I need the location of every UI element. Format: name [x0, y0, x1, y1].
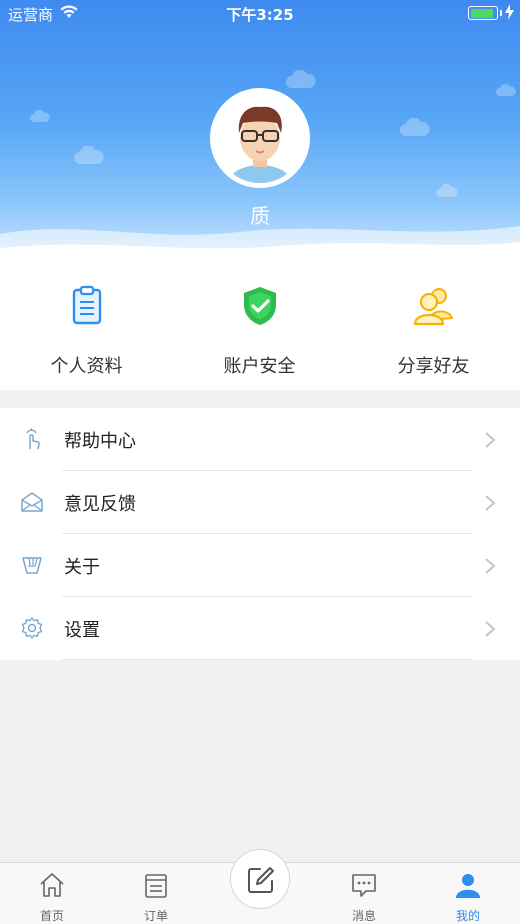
- message-icon: [352, 874, 376, 897]
- quick-action-profile[interactable]: 个人资料: [0, 272, 173, 390]
- user-icon: [456, 874, 480, 898]
- avatar-illustration: [215, 93, 305, 183]
- menu-item-label: 意见反馈: [64, 494, 136, 515]
- quick-action-label: 账户安全: [223, 356, 296, 377]
- charging-icon: [505, 4, 514, 20]
- tab-home[interactable]: 首页: [0, 863, 104, 924]
- profile-header: 质: [0, 0, 520, 272]
- compose-button[interactable]: [230, 849, 290, 909]
- menu-item-label: 帮助中心: [64, 431, 136, 452]
- cloud-decoration: [436, 184, 458, 197]
- tab-label: 订单: [143, 909, 168, 923]
- tap-hand-icon: [26, 428, 40, 450]
- chevron-right-icon: [485, 621, 496, 637]
- menu-divider: [62, 659, 472, 660]
- chevron-right-icon: [485, 432, 496, 448]
- tab-label: 消息: [351, 909, 376, 923]
- home-icon: [40, 873, 64, 897]
- quick-action-security[interactable]: 账户安全: [173, 272, 346, 390]
- shield-check-icon: [243, 287, 276, 325]
- menu-item-label: 关于: [64, 557, 100, 578]
- users-icon: [413, 288, 453, 326]
- tab-label: 首页: [39, 909, 64, 923]
- status-time: 下午3:25: [226, 6, 294, 24]
- menu-item-settings[interactable]: 设置: [0, 597, 520, 660]
- tab-mine[interactable]: 我的: [416, 863, 520, 924]
- status-bar: 运营商 下午3:25: [0, 0, 520, 26]
- menu-item-help[interactable]: 帮助中心: [0, 408, 520, 471]
- quick-actions: 个人资料 账户安全 分享好友: [0, 272, 520, 390]
- chevron-right-icon: [485, 558, 496, 574]
- cloud-decoration: [30, 110, 50, 122]
- quick-action-label: 分享好友: [397, 356, 470, 377]
- tab-orders[interactable]: 订单: [104, 863, 208, 924]
- battery-tip: [500, 10, 502, 16]
- order-list-icon: [145, 874, 167, 898]
- clipboard-icon: [72, 285, 101, 325]
- menu-item-label: 设置: [64, 620, 100, 641]
- tab-messages[interactable]: 消息: [312, 863, 416, 924]
- info-icon: [22, 557, 42, 574]
- tab-label: 我的: [455, 909, 480, 923]
- menu-item-about[interactable]: 关于: [0, 534, 520, 597]
- cloud-decoration: [74, 146, 104, 164]
- menu-item-feedback[interactable]: 意见反馈: [0, 471, 520, 534]
- quick-action-label: 个人资料: [50, 356, 123, 377]
- cloud-decoration: [400, 118, 430, 136]
- envelope-icon: [21, 492, 43, 512]
- avatar[interactable]: [210, 88, 310, 188]
- quick-action-share[interactable]: 分享好友: [347, 272, 520, 390]
- cloud-decoration: [286, 70, 316, 88]
- gear-icon: [21, 617, 43, 639]
- cloud-decoration: [496, 84, 516, 96]
- compose-icon: [248, 867, 274, 893]
- menu-list: 帮助中心 意见反馈 关于 设置: [0, 408, 520, 660]
- chevron-right-icon: [485, 495, 496, 511]
- battery-icon: [468, 6, 498, 20]
- username: 质: [250, 204, 270, 228]
